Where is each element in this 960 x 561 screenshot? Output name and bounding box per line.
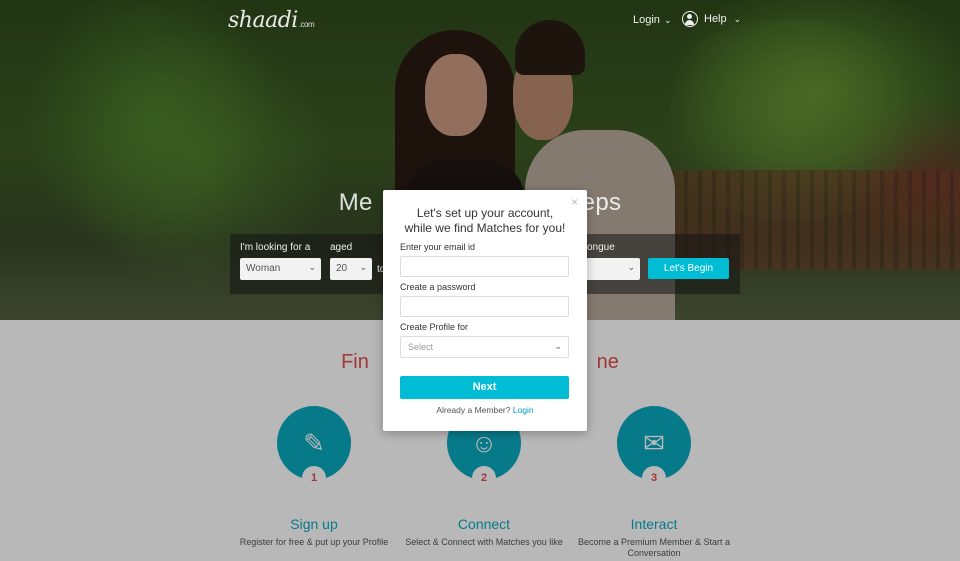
password-label: Create a password [400, 282, 476, 292]
lets-begin-button[interactable]: Let's Begin [648, 258, 729, 279]
user-icon [682, 11, 698, 27]
chevron-down-icon: ⌄ [733, 13, 742, 24]
email-label: Enter your email id [400, 242, 476, 252]
email-field[interactable] [400, 256, 569, 277]
password-field[interactable] [400, 296, 569, 317]
chevron-down-icon: ⌄ [554, 341, 562, 351]
looking-for-label: I'm looking for a [240, 242, 311, 253]
next-button[interactable]: Next [400, 376, 569, 399]
age-from-select[interactable]: 20 ⌄ [330, 258, 372, 280]
login-link[interactable]: Login [513, 405, 534, 415]
shaadi-logo[interactable]: shaadi.com [228, 8, 315, 33]
mother-tongue-select[interactable]: ⌄ [580, 258, 640, 280]
looking-for-select[interactable]: Woman ⌄ [240, 258, 321, 280]
profile-for-select[interactable]: Select ⌄ [400, 336, 569, 358]
chevron-down-icon: ⌄ [627, 262, 635, 272]
signup-modal: × Let's set up your account, while we fi… [383, 190, 587, 431]
profile-for-label: Create Profile for [400, 322, 469, 332]
login-menu[interactable]: Login ⌄ [633, 14, 672, 26]
chevron-down-icon: ⌄ [308, 262, 316, 272]
modal-title: Let's set up your account, while we find… [404, 206, 566, 235]
already-member-text: Already a Member? Login [436, 405, 534, 415]
chevron-down-icon: ⌄ [663, 15, 672, 25]
chevron-down-icon: ⌄ [359, 262, 367, 272]
mother-tongue-label: ongue [587, 242, 615, 253]
aged-label: aged [330, 242, 353, 253]
help-menu[interactable]: Help ⌄ [682, 11, 741, 27]
